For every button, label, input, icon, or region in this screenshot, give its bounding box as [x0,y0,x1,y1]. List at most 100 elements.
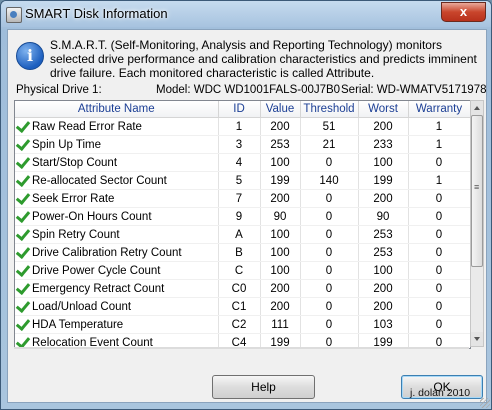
table-row[interactable]: Seek Error Rate 7 200 0 200 0 [15,189,470,208]
column-header-name[interactable]: Attribute Name [15,101,219,118]
status-ok-check-icon [18,228,29,239]
table-row[interactable]: Raw Read Error Rate 1 200 51 200 1 [15,117,470,136]
window-title: SMART Disk Information [25,6,168,21]
attribute-id-cell: B [218,243,261,262]
help-button[interactable]: Help [212,375,315,399]
attribute-name-cell: Power-On Hours Count [15,207,219,226]
attribute-name: Emergency Retract Count [32,283,165,295]
attribute-list[interactable]: Attribute Name ID Value Threshold Worst … [14,100,471,349]
attribute-value-cell: 90 [260,207,301,226]
status-ok-check-icon [18,174,29,185]
attribute-value-cell: 100 [260,153,301,172]
attribute-warranty-cell: 0 [408,189,470,208]
column-header-id[interactable]: ID [218,101,261,118]
attribute-value-cell: 200 [260,189,301,208]
attribute-value-cell: 200 [260,117,301,136]
attribute-value-cell: 200 [260,279,301,298]
attribute-worst-cell: 200 [358,297,409,316]
column-header-threshold[interactable]: Threshold [300,101,359,118]
vertical-scrollbar[interactable] [470,100,484,347]
attribute-worst-cell: 103 [358,315,409,334]
status-ok-check-icon [18,318,29,329]
attribute-name: Raw Read Error Rate [32,121,142,133]
attribute-name: Spin Retry Count [32,229,120,241]
horizontal-scrollbar[interactable] [14,347,469,349]
column-header-warranty[interactable]: Warranty [408,101,470,118]
column-header-worst[interactable]: Worst [358,101,409,118]
attribute-name-cell: HDA Temperature [15,315,219,334]
attribute-warranty-cell: 0 [408,225,470,244]
table-row[interactable]: Spin Up Time 3 253 21 233 1 [15,135,470,154]
attribute-threshold-cell: 0 [300,261,359,280]
attribute-warranty-cell: 0 [408,153,470,172]
table-row[interactable]: Spin Retry Count A 100 0 253 0 [15,225,470,244]
attribute-name-cell: Seek Error Rate [15,189,219,208]
dialog-client-area: i S.M.A.R.T. (Self-Monitoring, Analysis … [7,29,487,403]
attribute-worst-cell: 253 [358,243,409,262]
attribute-warranty-cell: 0 [408,207,470,226]
attribute-worst-cell: 200 [358,117,409,136]
attribute-threshold-cell: 0 [300,243,359,262]
status-ok-check-icon [18,246,29,257]
attribute-id-cell: 1 [218,117,261,136]
status-ok-check-icon [18,300,29,311]
attribute-name-cell: Load/Unload Count [15,297,219,316]
scroll-down-icon[interactable] [471,332,483,346]
info-icon: i [16,42,44,70]
attribute-worst-cell: 253 [358,225,409,244]
smart-description: S.M.A.R.T. (Self-Monitoring, Analysis an… [50,38,477,80]
attribute-worst-cell: 100 [358,261,409,280]
drive-model: Model: WDC WD1001FALS-00J7B0 [156,84,341,96]
status-ok-check-icon [18,120,29,131]
attribute-name: Load/Unload Count [32,301,132,313]
table-row[interactable]: HDA Temperature C2 111 0 103 0 [15,315,470,334]
attribute-threshold-cell: 0 [300,297,359,316]
attribute-name-cell: Spin Retry Count [15,225,219,244]
attribute-name: Drive Power Cycle Count [32,265,161,277]
attribute-id-cell: C0 [218,279,261,298]
attribute-threshold-cell: 0 [300,315,359,334]
scroll-thumb[interactable] [471,115,483,267]
resize-grip-icon[interactable] [480,398,490,408]
table-row[interactable]: Load/Unload Count C1 200 0 200 0 [15,297,470,316]
close-button[interactable]: x [441,2,486,22]
attribute-threshold-cell: 51 [300,117,359,136]
scroll-up-icon[interactable] [471,101,483,115]
attribute-threshold-cell: 0 [300,207,359,226]
attribute-name-cell: Emergency Retract Count [15,279,219,298]
attribute-header-row: Attribute Name ID Value Threshold Worst … [15,101,470,118]
attribute-name: HDA Temperature [32,319,124,331]
table-row[interactable]: Drive Calibration Retry Count B 100 0 253 0 [15,243,470,262]
attribute-worst-cell: 90 [358,207,409,226]
title-bar[interactable]: SMART Disk Information x [1,1,491,27]
table-row[interactable]: Re-allocated Sector Count 5 199 140 199 1 [15,171,470,190]
attribute-name-cell: Drive Calibration Retry Count [15,243,219,262]
table-row[interactable]: Power-On Hours Count 9 90 0 90 0 [15,207,470,226]
attribute-name: Drive Calibration Retry Count [32,247,182,259]
attribute-worst-cell: 199 [358,171,409,190]
attribute-name: Spin Up Time [32,139,102,151]
attribute-warranty-cell: 0 [408,297,470,316]
attribute-threshold-cell: 140 [300,171,359,190]
attribute-warranty-cell: 1 [408,171,470,190]
attribute-id-cell: 5 [218,171,261,190]
attribute-threshold-cell: 0 [300,225,359,244]
table-row[interactable]: Drive Power Cycle Count C 100 0 100 0 [15,261,470,280]
attribute-name: Re-allocated Sector Count [32,175,167,187]
attribute-id-cell: C1 [218,297,261,316]
table-row[interactable]: Emergency Retract Count C0 200 0 200 0 [15,279,470,298]
attribute-id-cell: 7 [218,189,261,208]
table-row[interactable]: Start/Stop Count 4 100 0 100 0 [15,153,470,172]
attribute-name: Seek Error Rate [32,193,115,205]
attribute-worst-cell: 200 [358,279,409,298]
column-header-value[interactable]: Value [260,101,301,118]
attribute-id-cell: A [218,225,261,244]
attribute-warranty-cell: 0 [408,315,470,334]
attribute-value-cell: 111 [260,315,301,334]
attribute-value-cell: 199 [260,171,301,190]
attribute-name-cell: Spin Up Time [15,135,219,154]
author-watermark: j. dolan 2010 [410,387,471,399]
attribute-warranty-cell: 1 [408,117,470,136]
attribute-value-cell: 100 [260,225,301,244]
drive-info-row: Physical Drive 1: Model: WDC WD1001FALS-… [14,84,487,98]
